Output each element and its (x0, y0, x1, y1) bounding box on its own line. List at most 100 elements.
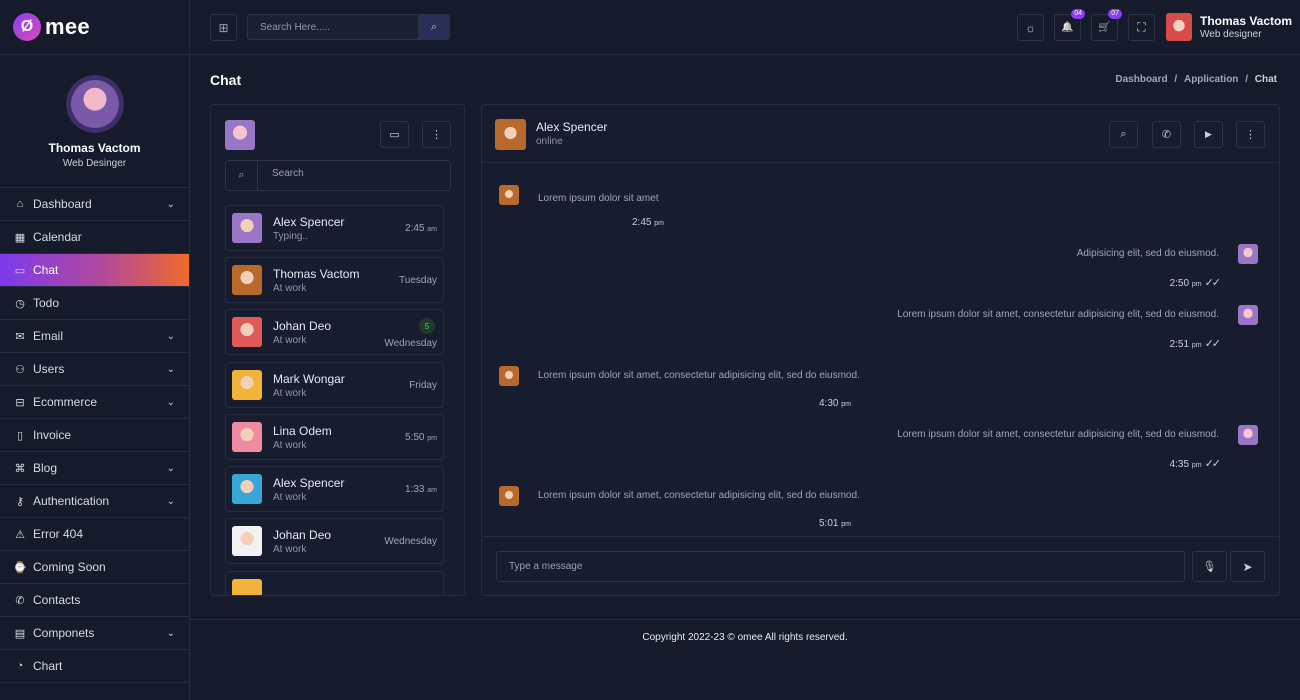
sidebar-item-componets[interactable]: ▤ Componets ⌄ (0, 617, 189, 650)
pie-chart-icon: ◔ (16, 660, 24, 672)
sidebar-item-contacts[interactable]: ✆ Contacts (0, 584, 189, 617)
contact-item[interactable]: Thomas Vactom At work Tuesday (225, 257, 444, 303)
message-input[interactable] (496, 551, 1185, 582)
contact-item[interactable]: Alex Spencer At work 1:33 am (225, 466, 444, 512)
sidebar-item-users[interactable]: ⚇ Users ⌄ (0, 353, 189, 386)
user-role: Web designer (1200, 29, 1262, 40)
avatar (232, 265, 262, 295)
contact-item[interactable]: Lina Odem At work 5:50 pm (225, 414, 444, 460)
sidebar-item-ecommerce[interactable]: ⊟ Ecommerce ⌄ (0, 386, 189, 419)
phone-icon: ✆ (1161, 129, 1172, 141)
chat-search-button[interactable]: ⌕ (1109, 121, 1138, 148)
microphone-icon: 🎙 (1202, 561, 1217, 573)
contact-time: Friday (409, 380, 437, 391)
contact-search-input[interactable] (272, 168, 432, 179)
contact-time: 5:50 pm (405, 432, 437, 443)
contact-time: Tuesday (399, 275, 437, 286)
avatar (232, 213, 262, 243)
sidebar-item-label: Coming Soon (33, 560, 106, 574)
sidebar-item-chart[interactable]: ◔ Chart (0, 650, 189, 683)
contact-status: At work (273, 335, 307, 346)
avatar[interactable] (495, 119, 526, 150)
clock-icon: ◷ (15, 297, 25, 310)
search-input[interactable] (248, 15, 418, 39)
chat-composer: 🎙 ➤ (482, 536, 1279, 595)
sidebar-item-coming-soon[interactable]: ⌚ Coming Soon (0, 551, 189, 584)
bell-icon: 🔔 (1061, 22, 1074, 33)
topbar: ⊞ ⌕ ☼ 🔔 04 🛒 07 ⛶ Thomas Vactom Web desi… (190, 0, 1300, 55)
logo-icon: Ø (13, 13, 41, 41)
brand-logo[interactable]: Ø mee (0, 0, 189, 55)
sidebar-item-calendar[interactable]: ▦ Calendar (0, 221, 189, 254)
sidebar-item-authentication[interactable]: ⚷ Authentication ⌄ (0, 485, 189, 518)
chevron-down-icon: ⌄ (166, 330, 175, 342)
sidebar-item-blog[interactable]: ⌘ Blog ⌄ (0, 452, 189, 485)
notifications-button[interactable]: 🔔 04 (1054, 9, 1085, 41)
contacts-more-button[interactable]: ⋮ (422, 121, 451, 148)
contact-item[interactable]: Johan Deo At work 5 Wednesday (225, 309, 444, 355)
voice-message-button[interactable]: 🎙 (1192, 551, 1227, 582)
breadcrumb-dashboard[interactable]: Dashboard (1115, 74, 1167, 85)
layout-icon: ▤ (14, 627, 26, 640)
message-text: Lorem ipsum dolor sit amet, consectetur … (897, 429, 1219, 440)
user-menu[interactable]: Thomas Vactom Web designer (1166, 13, 1292, 41)
avatar (232, 422, 262, 452)
message-text: Lorem ipsum dolor sit amet (538, 193, 659, 204)
chat-icon: ▭ (389, 129, 400, 141)
avatar (232, 526, 262, 556)
send-button[interactable]: ➤ (1230, 551, 1265, 582)
contact-status: Typing.. (273, 231, 309, 242)
message-time: 2:45 pm (632, 217, 664, 228)
sidebar-nav: ⌂ Dashboard ⌄ ▦ Calendar ▭ Chat ◷ Todo ✉ Email ⌄ ⚇ Us… (0, 188, 189, 683)
contact-name: Lina Odem (273, 424, 332, 438)
voice-call-button[interactable]: ✆ (1152, 121, 1181, 148)
video-call-button[interactable]: ▶ (1194, 121, 1223, 148)
fullscreen-button[interactable]: ⛶ (1128, 14, 1155, 41)
home-icon: ⌂ (16, 198, 24, 210)
sidebar-item-chat[interactable]: ▭ Chat (0, 254, 189, 287)
breadcrumb-application[interactable]: Application (1184, 74, 1238, 85)
alert-icon: ⚠ (15, 528, 25, 541)
avatar (499, 486, 519, 506)
chevron-down-icon: ⌄ (166, 198, 175, 210)
sidebar-item-todo[interactable]: ◷ Todo (0, 287, 189, 320)
sidebar-item-error-404[interactable]: ⚠ Error 404 (0, 518, 189, 551)
contact-status: At work (273, 492, 307, 503)
contact-item[interactable]: Alex Spencer Typing.. 2:45 am (225, 205, 444, 251)
sidebar-profile: Thomas Vactom Web Desinger (0, 55, 189, 188)
sidebar-item-invoice[interactable]: ▯ Invoice (0, 419, 189, 452)
chevron-down-icon: ⌄ (166, 462, 175, 474)
grid-menu-button[interactable]: ⊞ (210, 14, 237, 41)
contact-name: Thomas Vactom (273, 267, 360, 281)
message-text: Lorem ipsum dolor sit amet, consectetur … (897, 309, 1219, 320)
search-button[interactable]: ⌕ (418, 15, 449, 39)
avatar[interactable] (225, 120, 255, 150)
sidebar-item-label: Authentication (33, 494, 110, 508)
sidebar-item-label: Ecommerce (33, 395, 98, 409)
cart-button[interactable]: 🛒 07 (1091, 9, 1122, 41)
calendar-icon: ▦ (14, 231, 26, 244)
sidebar-item-label: Blog (33, 461, 58, 475)
profile-avatar[interactable] (65, 75, 124, 133)
sidebar-item-dashboard[interactable]: ⌂ Dashboard ⌄ (0, 188, 189, 221)
message-text: Lorem ipsum dolor sit amet, consectetur … (538, 490, 860, 501)
contact-item[interactable]: Johan Deo At work Wednesday (225, 518, 444, 564)
profile-name: Thomas Vactom (48, 141, 141, 155)
sun-icon: ☼ (1025, 20, 1036, 35)
chat-more-button[interactable]: ⋮ (1236, 121, 1265, 148)
message-time: 4:30 pm (819, 398, 851, 409)
contact-item[interactable] (225, 571, 444, 595)
theme-toggle-button[interactable]: ☼ (1017, 14, 1044, 41)
avatar (232, 370, 262, 400)
new-chat-button[interactable]: ▭ (380, 121, 409, 148)
contact-time: 1:33 am (405, 484, 437, 495)
contact-name: Johan Deo (273, 528, 332, 542)
sidebar-item-label: Calendar (33, 230, 82, 244)
avatar (232, 474, 262, 504)
sidebar-item-email[interactable]: ✉ Email ⌄ (0, 320, 189, 353)
contact-status: At work (273, 283, 307, 294)
message-time: 4:35 pm ✓✓ (1169, 458, 1221, 470)
file-icon: ▯ (16, 429, 24, 442)
breadcrumb-current: Chat (1254, 74, 1277, 85)
contact-item[interactable]: Mark Wongar At work Friday (225, 362, 444, 408)
